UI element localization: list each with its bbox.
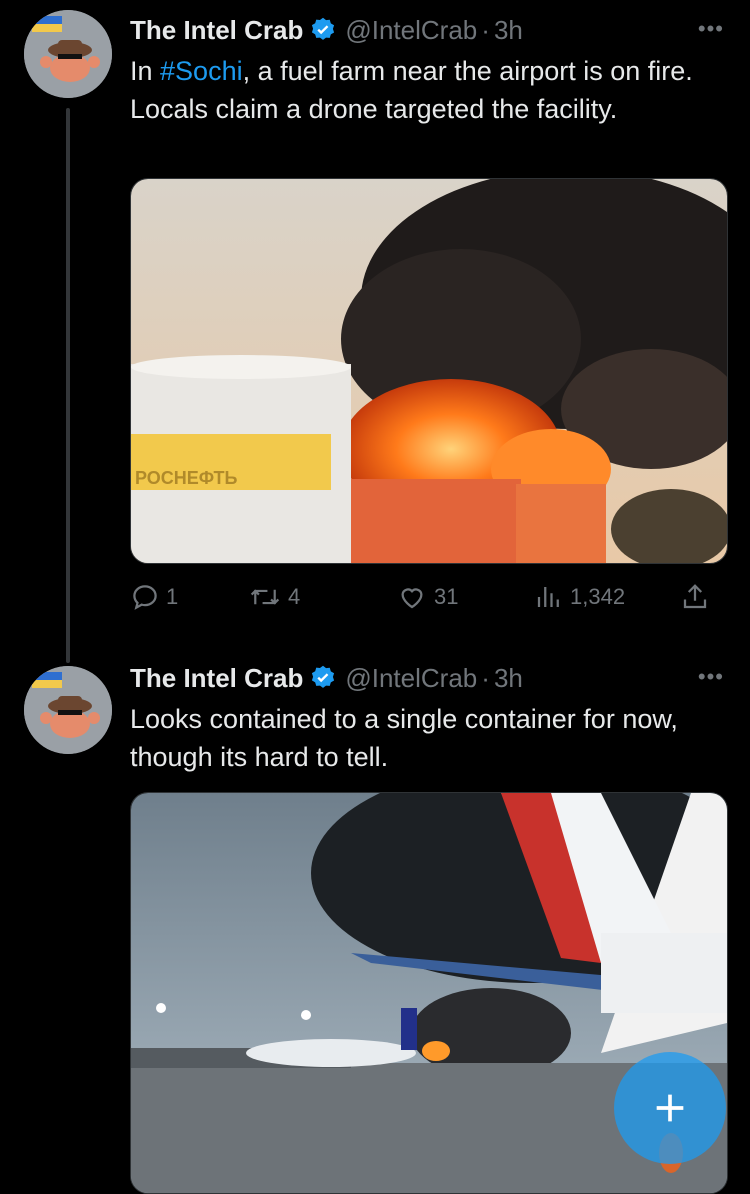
tweet-text: Looks contained to a single container fo… <box>130 704 678 772</box>
crab-avatar-icon <box>24 10 112 98</box>
views-count: 1,342 <box>570 584 626 609</box>
reply-icon <box>133 585 157 610</box>
tweet-media-image[interactable]: РОСНЕФТЬ <box>130 178 728 564</box>
tweet-text-segment: In <box>130 56 161 86</box>
tweet-actions: 1 4 31 1,342 <box>130 582 730 612</box>
compose-button[interactable] <box>614 1052 726 1164</box>
more-options-icon[interactable]: ••• <box>698 16 724 42</box>
more-options-icon[interactable]: ••• <box>698 664 724 690</box>
tweet-text: In #Sochi, a fuel farm near the airport … <box>130 52 710 128</box>
reply-button[interactable]: 1 <box>130 582 248 612</box>
views-chart-icon <box>537 587 559 607</box>
retweet-icon <box>250 589 280 605</box>
plus-icon <box>656 1094 684 1122</box>
hashtag-link[interactable]: #Sochi <box>160 56 243 86</box>
author-name[interactable]: The Intel Crab <box>130 15 303 46</box>
verified-badge-icon <box>312 665 335 688</box>
views-button[interactable]: 1,342 <box>534 582 680 612</box>
verified-badge-icon <box>312 17 335 40</box>
share-button[interactable] <box>680 582 716 612</box>
heart-icon <box>401 588 423 609</box>
separator-dot: · <box>481 14 490 45</box>
timestamp[interactable]: 3h <box>494 663 523 694</box>
thread-connector-line <box>66 108 70 663</box>
separator-dot: · <box>481 662 490 693</box>
author-handle[interactable]: @IntelCrab <box>345 15 477 46</box>
author-name[interactable]: The Intel Crab <box>130 663 303 694</box>
share-icon <box>683 584 707 609</box>
retweet-count: 4 <box>288 584 301 609</box>
like-button[interactable]: 31 <box>396 582 534 612</box>
avatar[interactable] <box>24 10 112 98</box>
reply-count: 1 <box>166 584 179 609</box>
timestamp[interactable]: 3h <box>494 15 523 46</box>
author-handle[interactable]: @IntelCrab <box>345 663 477 694</box>
avatar[interactable] <box>24 666 112 754</box>
like-count: 31 <box>434 584 459 609</box>
tank-sign-text: РОСНЕФТЬ <box>135 468 237 488</box>
crab-avatar-icon <box>24 666 112 754</box>
retweet-button[interactable]: 4 <box>248 582 396 612</box>
fire-photo: РОСНЕФТЬ <box>131 179 727 563</box>
